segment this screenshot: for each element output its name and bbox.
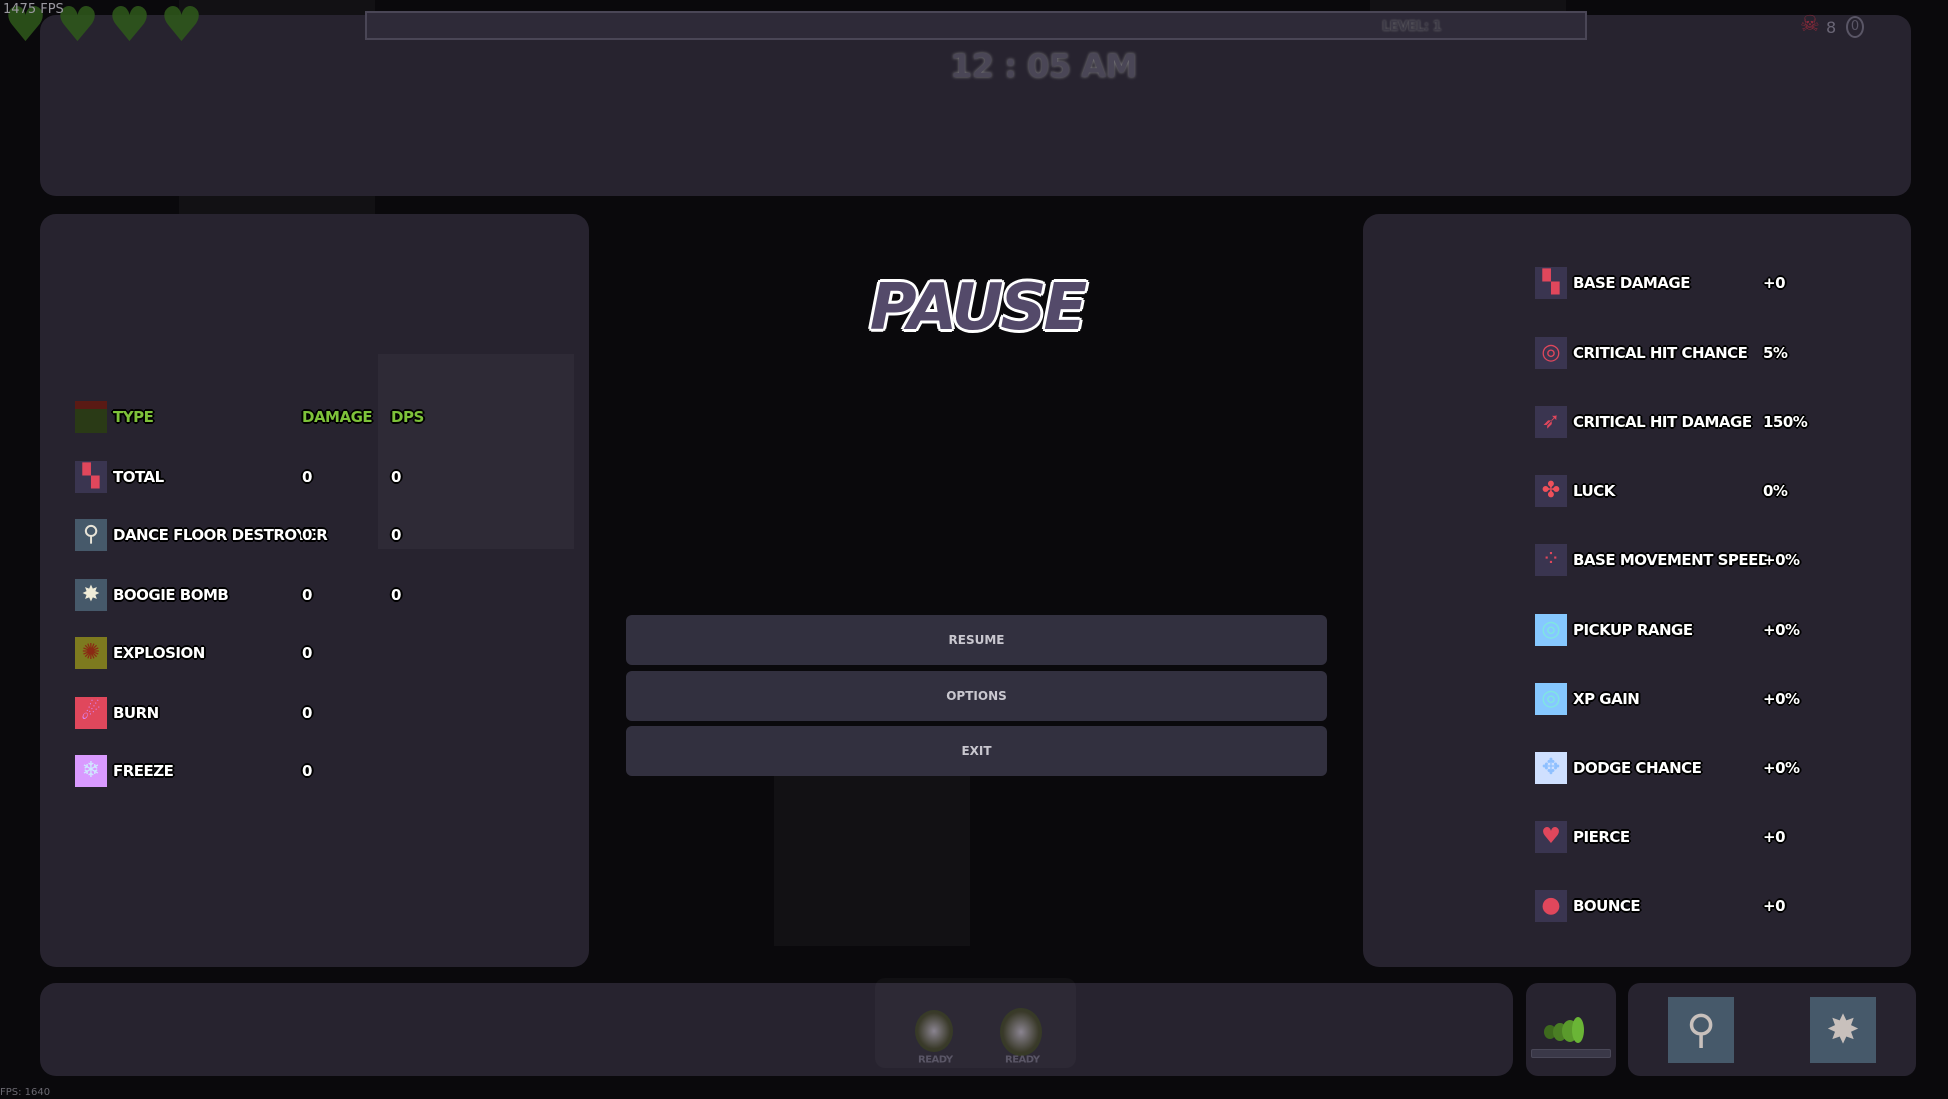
stat-label: PICKUP RANGE (1573, 621, 1693, 639)
damage-value: 0 (302, 704, 312, 722)
floor-tile (774, 760, 970, 946)
dance-floor-destroyer-icon: ⚲ (1668, 997, 1734, 1063)
clover-icon: ✤ (1535, 475, 1567, 507)
arrow-target-icon: ➶ (1535, 406, 1567, 438)
resume-button[interactable]: RESUME (626, 615, 1327, 665)
stat-label: BASE DAMAGE (1573, 274, 1690, 292)
blood-drip-icon: ▚ (1535, 267, 1567, 299)
header-dps: DPS (391, 408, 424, 426)
target-icon: ◎ (1535, 337, 1567, 369)
time-display: 12 : 05 AM (950, 47, 1137, 85)
level-label: LEVEL: 1 (1382, 19, 1442, 35)
dps-value: 0 (391, 468, 401, 486)
boogie-bomb-icon: ✸ (1810, 997, 1876, 1063)
dps-value: 0 (391, 526, 401, 544)
bounce-icon: ● (1535, 890, 1567, 922)
damage-type-label: DANCE FLOOR DESTROYER (113, 526, 328, 544)
heart-icon: ♥ (160, 0, 204, 53)
xp-gain-icon: ◎ (1535, 683, 1567, 715)
stat-label: CRITICAL HIT CHANCE (1573, 344, 1748, 362)
stat-label: DODGE CHANCE (1573, 759, 1702, 777)
damage-value: 0 (302, 526, 312, 544)
player-stats-panel (1363, 214, 1911, 967)
stat-label: PIERCE (1573, 828, 1630, 846)
stat-value: +0 (1763, 828, 1786, 846)
damage-type-label: BOOGIE BOMB (113, 586, 229, 604)
stat-value: 150% (1763, 413, 1808, 431)
heart-icon: ♥ (108, 0, 152, 53)
stat-label: BASE MOVEMENT SPEED (1573, 551, 1770, 569)
xp-bar: LEVEL: 1 (365, 11, 1587, 40)
stat-value: +0% (1763, 759, 1800, 777)
stat-label: CRITICAL HIT DAMAGE (1573, 413, 1752, 431)
damage-value: 0 (302, 586, 312, 604)
stat-label: BOUNCE (1573, 897, 1641, 915)
pause-title: PAUSE (869, 271, 1087, 345)
footprints-icon: ⁘ (1535, 544, 1567, 576)
skull-icon: ☠ (1800, 12, 1820, 37)
ability-status: READY (918, 1054, 953, 1066)
dance-floor-destroyer-icon: ⚲ (75, 519, 107, 551)
exit-button[interactable]: EXIT (626, 726, 1327, 776)
ability-status: READY (1005, 1054, 1040, 1066)
stat-value: +0% (1763, 551, 1800, 569)
damage-type-label: TOTAL (113, 468, 164, 486)
stat-label: LUCK (1573, 482, 1615, 500)
explosion-icon: ✺ (75, 637, 107, 669)
damage-type-label: EXPLOSION (113, 644, 205, 662)
coin-count: 0 (1846, 16, 1864, 38)
ability-icon[interactable] (915, 1010, 953, 1052)
stat-label: XP GAIN (1573, 690, 1640, 708)
stat-value: +0% (1763, 621, 1800, 639)
dps-value: 0 (391, 586, 401, 604)
dash-cooldown-bar (1531, 1049, 1611, 1058)
boogie-bomb-icon: ✸ (75, 579, 107, 611)
blood-drip-icon (75, 401, 107, 433)
fps-counter-bottom: FPS: 1640 (0, 1087, 51, 1098)
damage-value: 0 (302, 762, 312, 780)
weapons-panel: ⚲ ✸ (1628, 983, 1916, 1076)
dodge-arrows-icon: ✥ (1535, 752, 1567, 784)
damage-type-label: FREEZE (113, 762, 174, 780)
damage-type-label: BURN (113, 704, 159, 722)
ability-slots: READY READY (875, 978, 1076, 1068)
fps-counter: 1475 FPS (3, 2, 64, 17)
ability-bar (40, 983, 1513, 1076)
pickup-range-icon: ◎ (1535, 614, 1567, 646)
kill-count: 8 (1826, 18, 1837, 37)
ability-icon[interactable] (1000, 1008, 1042, 1056)
damage-value: 0 (302, 644, 312, 662)
header-type: TYPE (113, 408, 154, 426)
stat-value: 5% (1763, 344, 1788, 362)
blood-drip-icon: ▚ (75, 461, 107, 493)
burn-icon: ☄ (75, 697, 107, 729)
freeze-icon: ❄ (75, 755, 107, 787)
top-hud-panel (40, 15, 1911, 196)
stat-value: +0% (1763, 690, 1800, 708)
dash-panel (1526, 983, 1616, 1076)
stat-value: +0 (1763, 274, 1786, 292)
dash-charges-icon (1544, 1017, 1584, 1043)
pierce-heart-icon: ♥ (1535, 821, 1567, 853)
options-button[interactable]: OPTIONS (626, 671, 1327, 721)
stat-value: 0% (1763, 482, 1788, 500)
header-damage: DAMAGE (302, 408, 373, 426)
stat-value: +0 (1763, 897, 1786, 915)
damage-value: 0 (302, 468, 312, 486)
